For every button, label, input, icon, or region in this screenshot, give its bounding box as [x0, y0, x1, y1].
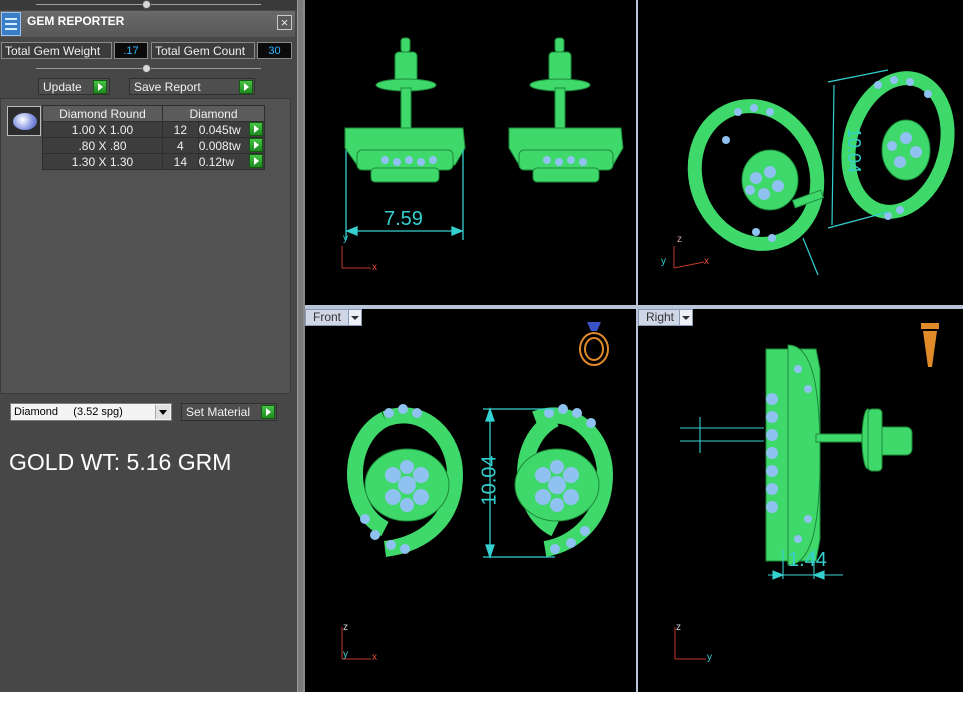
axis-x-label: x [704, 256, 709, 267]
top-slider-strip [0, 0, 297, 10]
axis-y-label: y [343, 649, 348, 660]
select-gems-icon[interactable] [248, 154, 263, 168]
gold-weight-text: GOLD WT: 5.16 GRM [9, 449, 232, 475]
slider-knob[interactable] [142, 0, 151, 9]
viewport-right[interactable]: Right 1.44 z y [638, 309, 963, 692]
gem-weight-cell: 0.008tw [197, 137, 266, 154]
earring-right-view [674, 323, 939, 660]
table-row: 1.00 X 1.00 12 0.045tw [42, 121, 266, 138]
play-arrow-icon [93, 80, 107, 94]
gem-weight: 0.12tw [198, 154, 235, 169]
dimension-label: 7.59 [384, 208, 423, 230]
gem-weight: 0.045tw [198, 122, 241, 137]
viewport-vertical-splitter[interactable] [636, 0, 638, 692]
update-label: Update [43, 80, 82, 94]
axis-z-label: z [676, 622, 681, 633]
play-arrow-icon [239, 80, 253, 94]
gem-stats-row: Total Gem Weight .17 Total Gem Count 30 [0, 42, 297, 60]
dimension-label: 10.04 [844, 127, 865, 174]
axis-x-label: x [372, 262, 377, 273]
total-gem-weight-value: .17 [114, 42, 148, 59]
select-gems-icon[interactable] [248, 138, 263, 152]
gem-weight-cell: 0.12tw [197, 153, 266, 170]
viewport-horizontal-splitter[interactable] [305, 305, 963, 309]
material-select-value: Diamond (3.52 spg) [14, 406, 123, 418]
close-button[interactable]: × [277, 15, 292, 30]
view-tab-right[interactable]: Right [638, 309, 693, 326]
dimension-label: 10.04 [478, 455, 501, 506]
axis-z-label: z [343, 622, 348, 633]
axis-z-label: z [677, 234, 682, 245]
total-gem-count-label: Total Gem Count [151, 42, 255, 59]
select-gems-icon[interactable] [248, 122, 263, 136]
gem-table-header-shape: Diamond Round [42, 105, 163, 122]
gem-size: .80 X .80 [42, 137, 163, 154]
gem-count: 4 [162, 137, 199, 154]
play-arrow-icon [261, 405, 275, 419]
dimension-label: 1.44 [788, 549, 827, 571]
axis-x-label: x [372, 652, 377, 663]
chevron-down-icon [155, 405, 170, 419]
gem-weight-cell: 0.045tw [197, 121, 266, 138]
view-tab-label: Front [313, 310, 342, 324]
gem-count: 12 [162, 121, 199, 138]
table-row: .80 X .80 4 0.008tw [42, 137, 266, 154]
right-edge-margin [963, 0, 979, 692]
viewport-perspective[interactable]: 10.04 z y x [638, 0, 963, 305]
panel-titlebar: GEM REPORTER × [0, 11, 295, 37]
table-row: 1.30 X 1.30 14 0.12tw [42, 153, 266, 170]
gem-count: 14 [162, 153, 199, 170]
set-material-button[interactable]: Set Material [181, 403, 277, 421]
close-icon: × [280, 15, 289, 30]
total-gem-count-value: 30 [257, 42, 292, 59]
gem-size: 1.30 X 1.30 [42, 153, 163, 170]
divider-slider-knob[interactable] [142, 64, 151, 73]
gem-size: 1.00 X 1.00 [42, 121, 163, 138]
axis-y-label: y [707, 652, 712, 663]
update-button[interactable]: Update [38, 78, 110, 95]
earring-top-view [341, 37, 624, 269]
set-material-label: Set Material [186, 405, 251, 419]
gem-table: Diamond Round Diamond 1.00 X 1.00 12 0.0… [42, 105, 266, 170]
ring-gem [587, 322, 601, 331]
panel-title: GEM REPORTER [27, 14, 125, 28]
gem-table-header-material: Diamond [162, 105, 265, 122]
earring-front-view [341, 322, 613, 660]
gem-weight: 0.008tw [198, 138, 241, 153]
round-diamond-thumbnail-icon[interactable] [7, 106, 41, 136]
view-tab-label: Right [646, 310, 675, 324]
viewport-top[interactable]: 7.59 y x [305, 0, 636, 305]
earring-perspective-view [673, 69, 955, 276]
gem-reporter-app-icon [1, 12, 21, 36]
viewport-front[interactable]: Front 10.04 z y x [305, 309, 636, 692]
save-report-button[interactable]: Save Report [129, 78, 255, 95]
chevron-down-icon [348, 310, 361, 325]
axis-y-label: y [343, 233, 348, 244]
chevron-down-icon [679, 310, 692, 325]
save-report-label: Save Report [134, 80, 201, 94]
total-gem-weight-label: Total Gem Weight [1, 42, 112, 59]
axis-y-label: y [661, 256, 666, 267]
view-tab-front[interactable]: Front [305, 309, 362, 326]
material-select[interactable]: Diamond (3.52 spg) [10, 403, 172, 421]
